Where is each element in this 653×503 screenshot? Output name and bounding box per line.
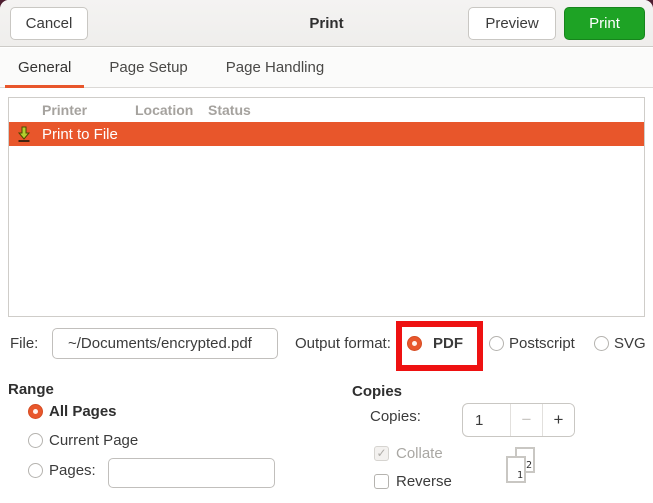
copies-decrease-button[interactable]: −: [511, 404, 543, 436]
radio-current-page-label[interactable]: Current Page: [49, 432, 138, 449]
column-header-printer[interactable]: Printer: [42, 102, 87, 118]
column-header-location[interactable]: Location: [135, 102, 193, 118]
copies-label: Copies:: [370, 408, 421, 425]
print-dialog: Cancel Print Preview Print General Page …: [0, 0, 653, 503]
tab-page-handling[interactable]: Page Handling: [213, 48, 337, 87]
radio-pages-label[interactable]: Pages:: [49, 462, 96, 479]
radio-postscript[interactable]: [489, 336, 504, 351]
radio-pdf[interactable]: [407, 336, 422, 351]
collate-preview-page-1-icon: 1: [506, 456, 526, 483]
reverse-label[interactable]: Reverse: [396, 473, 452, 490]
radio-pdf-label[interactable]: PDF: [433, 335, 463, 352]
save-to-file-icon: [16, 126, 32, 143]
printer-list: Printer Location Status Print to File: [8, 97, 645, 317]
collate-preview-page-1-number: 1: [516, 470, 523, 481]
header-bar: Cancel Print Preview Print: [0, 0, 653, 47]
collate-checkbox[interactable]: ✓: [374, 446, 389, 461]
printer-list-header: Printer Location Status: [9, 98, 644, 122]
print-button[interactable]: Print: [564, 7, 645, 40]
tab-general[interactable]: General: [5, 48, 85, 88]
reverse-checkbox[interactable]: [374, 474, 389, 489]
output-format-label: Output format:: [295, 335, 391, 352]
collate-label[interactable]: Collate: [396, 445, 443, 462]
radio-pages[interactable]: [28, 463, 43, 478]
tab-bar: General Page Setup Page Handling: [0, 48, 653, 88]
printer-row-print-to-file[interactable]: Print to File: [9, 122, 644, 146]
radio-all-pages-label[interactable]: All Pages: [49, 403, 117, 420]
radio-postscript-label[interactable]: Postscript: [509, 335, 575, 352]
preview-button[interactable]: Preview: [468, 7, 556, 40]
tab-page-setup[interactable]: Page Setup: [96, 48, 200, 87]
printer-row-label: Print to File: [42, 125, 118, 143]
radio-all-pages[interactable]: [28, 404, 43, 419]
pages-range-input[interactable]: [108, 458, 275, 488]
copies-heading: Copies: [352, 383, 403, 400]
column-header-status[interactable]: Status: [208, 102, 251, 118]
radio-svg-label[interactable]: SVG: [614, 335, 646, 352]
range-heading: Range: [8, 381, 54, 398]
file-path-input[interactable]: ~/Documents/encrypted.pdf: [52, 328, 278, 359]
radio-current-page[interactable]: [28, 433, 43, 448]
copies-stepper: 1 − +: [462, 403, 575, 437]
radio-svg[interactable]: [594, 336, 609, 351]
copies-increase-button[interactable]: +: [543, 404, 574, 436]
copies-value-input[interactable]: 1: [463, 404, 511, 436]
collate-preview-page-2-number: 2: [525, 460, 532, 471]
file-label: File:: [10, 335, 39, 352]
